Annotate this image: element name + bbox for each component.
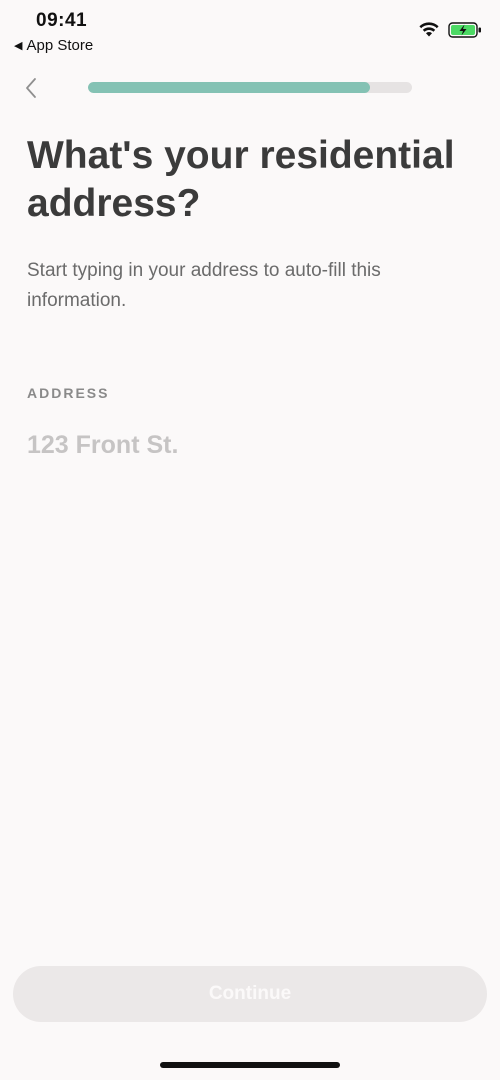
back-triangle-icon: ◀ [14, 40, 23, 52]
battery-charging-icon [448, 22, 481, 38]
progress-bar-fill [88, 82, 370, 93]
home-indicator [160, 1062, 340, 1068]
address-label: ADDRESS [27, 385, 110, 401]
address-input[interactable] [27, 425, 467, 465]
page-title: What's your residential address? [27, 134, 455, 225]
page-subtitle: Start typing in your address to auto-fil… [27, 260, 381, 311]
wifi-icon [419, 22, 439, 37]
back-button[interactable] [18, 74, 44, 102]
back-to-app-link[interactable]: ◀ App Store [14, 37, 93, 54]
continue-button[interactable]: Continue [13, 966, 487, 1022]
progress-bar [88, 82, 412, 93]
status-bar: 09:41 ◀ App Store [0, 0, 500, 60]
chevron-left-icon [26, 78, 36, 98]
back-to-app-label: App Store [26, 37, 94, 54]
status-time: 09:41 [36, 10, 88, 31]
